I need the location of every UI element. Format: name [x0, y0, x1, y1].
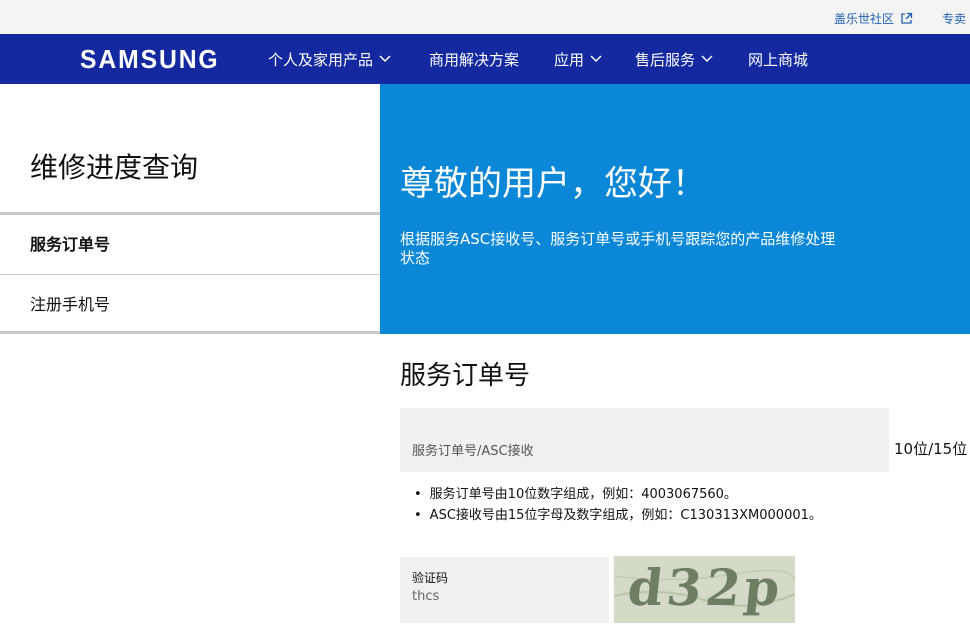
menu-label: 售后服务 — [635, 51, 696, 69]
main-nav: SAMSUNG 个人及家用产品 商用解决方案 应用 售后服务 网上商城 — [0, 34, 970, 84]
menu-after-sales[interactable]: 售后服务 — [635, 51, 713, 69]
menu-personal-products[interactable]: 个人及家用产品 — [268, 51, 391, 69]
side-nav-order-number[interactable]: 服务订单号 — [0, 212, 380, 274]
menu-online-store[interactable]: 网上商城 — [748, 51, 808, 69]
section-title: 服务订单号 — [400, 361, 531, 391]
hero-banner: 尊敬的用户，您好！ 根据服务ASC接收号、服务订单号或手机号跟踪您的产品维修处理… — [380, 84, 970, 334]
external-link-icon — [901, 12, 913, 24]
captcha-text: d32p — [624, 558, 787, 617]
samsung-logo[interactable]: SAMSUNG — [80, 45, 220, 73]
hero-subtitle: 根据服务ASC接收号、服务订单号或手机号跟踪您的产品维修处理状态 — [400, 230, 836, 267]
order-number-label: 服务订单号/ASC接收 — [412, 444, 534, 459]
menu-label: 个人及家用产品 — [268, 51, 374, 69]
menu-apps[interactable]: 应用 — [554, 51, 602, 69]
community-link-label: 盖乐世社区 — [834, 12, 895, 26]
menu-label: 网上商城 — [748, 51, 809, 69]
captcha-image[interactable]: d32p — [614, 556, 795, 623]
captcha-input[interactable]: 验证码 thcs — [400, 557, 609, 623]
format-notes: 服务订单号由10位数字组成，例如：4003067560。 ASC接收号由15位字… — [414, 484, 822, 526]
menu-label: 应用 — [554, 51, 585, 69]
community-link[interactable]: 盖乐世社区 — [834, 10, 913, 27]
store-link[interactable]: 专卖 — [942, 10, 966, 27]
captcha-label: 验证码 — [412, 571, 449, 585]
order-number-input[interactable]: 服务订单号/ASC接收 — [400, 408, 889, 472]
utility-bar: 盖乐世社区 专卖 — [0, 0, 970, 34]
format-note: 服务订单号由10位数字组成，例如：4003067560。 — [414, 484, 822, 505]
side-nav: 服务订单号 注册手机号 — [0, 212, 380, 334]
menu-business-solutions[interactable]: 商用解决方案 — [429, 51, 519, 69]
chevron-down-icon — [379, 55, 391, 63]
side-nav-phone-number[interactable]: 注册手机号 — [0, 274, 380, 334]
order-number-hint: 10位/15位 — [894, 440, 968, 458]
hero-title: 尊敬的用户，您好！ — [400, 164, 706, 204]
chevron-down-icon — [701, 55, 713, 63]
captcha-value: thcs — [412, 589, 440, 604]
chevron-down-icon — [590, 55, 602, 63]
menu-label: 商用解决方案 — [429, 51, 520, 69]
side-nav-divider — [0, 331, 380, 334]
format-note: ASC接收号由15位字母及数字组成，例如：C130313XM000001。 — [414, 505, 822, 526]
page-title: 维修进度查询 — [30, 151, 199, 184]
